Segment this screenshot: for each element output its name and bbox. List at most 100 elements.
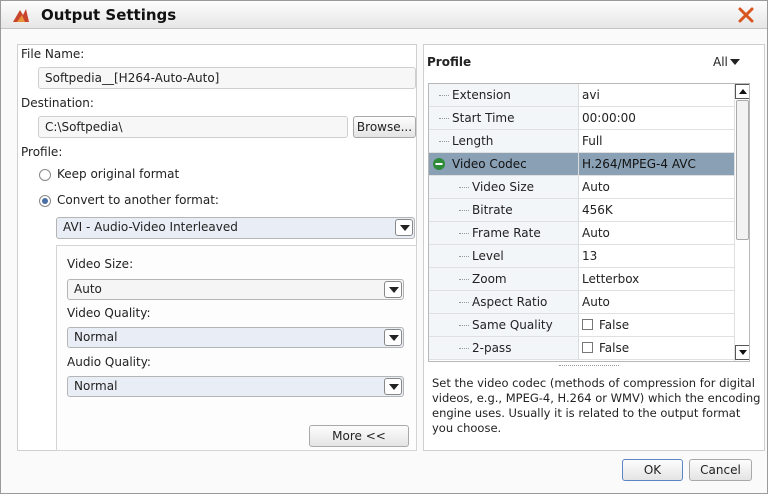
audio-quality-label: Audio Quality: (67, 355, 151, 369)
cancel-button[interactable]: Cancel (689, 459, 752, 481)
property-value-checkbox[interactable]: False (582, 341, 629, 355)
two-pass-checkbox[interactable] (582, 342, 593, 353)
chevron-down-icon[interactable] (730, 59, 740, 65)
file-name-input[interactable]: Softpedia__[H264-Auto-Auto] (38, 67, 416, 89)
tree-connector (459, 210, 469, 211)
audio-quality-select[interactable]: Normal (67, 376, 404, 397)
tree-connector (439, 118, 449, 119)
close-icon[interactable] (735, 4, 757, 26)
property-value: Full (582, 134, 603, 148)
property-value: Letterbox (582, 272, 640, 286)
property-value: Auto (582, 226, 610, 240)
browse-button[interactable]: Browse... (353, 116, 416, 138)
output-settings-window: Output Settings File Name: Softpedia__[H… (0, 0, 768, 494)
tree-connector (459, 187, 469, 188)
property-grid: Extension avi Start Time 00:00:00 Length… (428, 83, 750, 362)
video-quality-select[interactable]: Normal (67, 327, 404, 348)
property-key: Zoom (472, 272, 507, 286)
scrollbar-thumb[interactable] (736, 100, 749, 240)
property-row-frame-rate[interactable]: Frame Rate Auto (429, 222, 734, 245)
property-row-video-size[interactable]: Video Size Auto (429, 176, 734, 199)
format-options-panel: Video Size: Auto Video Quality: Normal A… (56, 245, 417, 451)
scroll-up-icon[interactable] (735, 84, 749, 99)
profile-label: Profile: (21, 145, 63, 159)
property-value: 00:00:00 (582, 111, 636, 125)
property-grid-scrollbar[interactable] (734, 84, 749, 361)
convert-format-label: Convert to another format: (57, 193, 219, 207)
format-select[interactable]: AVI - Audio-Video Interleaved (56, 217, 415, 239)
video-quality-label: Video Quality: (67, 306, 151, 320)
property-description: Set the video codec (methods of compress… (432, 376, 761, 435)
property-key: Bitrate (472, 203, 513, 217)
tree-connector (459, 325, 469, 326)
property-row-length[interactable]: Length Full (429, 130, 734, 153)
same-quality-checkbox[interactable] (582, 319, 593, 330)
property-value: False (599, 341, 630, 355)
tree-connector (459, 279, 469, 280)
settings-panel: File Name: Softpedia__[H264-Auto-Auto] D… (17, 44, 417, 451)
property-value: Auto (582, 295, 610, 309)
tree-connector (459, 256, 469, 257)
more-button[interactable]: More << (309, 425, 409, 447)
property-row-extension[interactable]: Extension avi (429, 84, 734, 107)
chevron-down-icon[interactable] (384, 281, 402, 298)
property-key: Same Quality (472, 318, 553, 332)
property-value: 456K (582, 203, 613, 217)
profile-filter-dropdown[interactable]: All (713, 54, 753, 70)
video-quality-select-value: Normal (74, 330, 118, 344)
property-value: False (599, 318, 630, 332)
property-key: Start Time (452, 111, 515, 125)
title-bar: Output Settings (1, 1, 767, 29)
tree-connector (459, 302, 469, 303)
app-icon (13, 9, 29, 22)
chevron-down-icon[interactable] (384, 329, 402, 346)
property-row-zoom[interactable]: Zoom Letterbox (429, 268, 734, 291)
file-name-label: File Name: (21, 47, 85, 61)
profile-panel: Profile All Extension avi Start Time 00:… (423, 44, 765, 451)
scroll-down-icon[interactable] (735, 345, 749, 360)
property-key: Video Size (472, 180, 535, 194)
property-value: 13 (582, 249, 598, 263)
profile-filter-value: All (713, 55, 728, 69)
destination-label: Destination: (21, 96, 94, 110)
property-key: Frame Rate (472, 226, 541, 240)
property-row-2-pass[interactable]: 2-pass False (429, 337, 734, 360)
video-size-label: Video Size: (67, 257, 134, 271)
property-key-cell (429, 245, 579, 267)
format-select-value: AVI - Audio-Video Interleaved (63, 220, 238, 234)
audio-quality-select-value: Normal (74, 379, 118, 393)
destination-input[interactable]: C:\Softpedia\ (38, 116, 348, 138)
property-value: avi (582, 88, 600, 102)
property-row-bitrate[interactable]: Bitrate 456K (429, 199, 734, 222)
property-key: Length (452, 134, 494, 148)
collapse-icon[interactable] (433, 158, 445, 170)
chevron-down-icon[interactable] (384, 378, 402, 395)
ok-button[interactable]: OK (622, 459, 683, 481)
profile-title: Profile (427, 55, 472, 69)
tree-connector (439, 95, 449, 96)
video-size-select-value: Auto (74, 282, 102, 296)
property-row-level[interactable]: Level 13 (429, 245, 734, 268)
convert-format-radio[interactable] (39, 195, 51, 207)
property-row-start-time[interactable]: Start Time 00:00:00 (429, 107, 734, 130)
property-value: Auto (582, 180, 610, 194)
tree-connector (459, 348, 469, 349)
window-title: Output Settings (41, 6, 177, 24)
splitter-handle[interactable] (559, 365, 619, 366)
tree-connector (439, 141, 449, 142)
keep-original-radio[interactable] (39, 169, 51, 181)
property-key: Level (472, 249, 504, 263)
tree-connector (459, 233, 469, 234)
property-key: Video Codec (452, 157, 527, 171)
property-key: 2-pass (472, 341, 512, 355)
property-row-video-codec[interactable]: Video Codec H.264/MPEG-4 AVC (429, 153, 734, 176)
property-row-aspect-ratio[interactable]: Aspect Ratio Auto (429, 291, 734, 314)
property-row-same-quality[interactable]: Same Quality False (429, 314, 734, 337)
property-key: Aspect Ratio (472, 295, 548, 309)
property-value-checkbox[interactable]: False (582, 318, 629, 332)
keep-original-label: Keep original format (57, 167, 180, 181)
property-key: Extension (452, 88, 511, 102)
video-size-select[interactable]: Auto (67, 279, 404, 300)
chevron-down-icon[interactable] (395, 219, 413, 236)
property-value: H.264/MPEG-4 AVC (582, 157, 696, 171)
